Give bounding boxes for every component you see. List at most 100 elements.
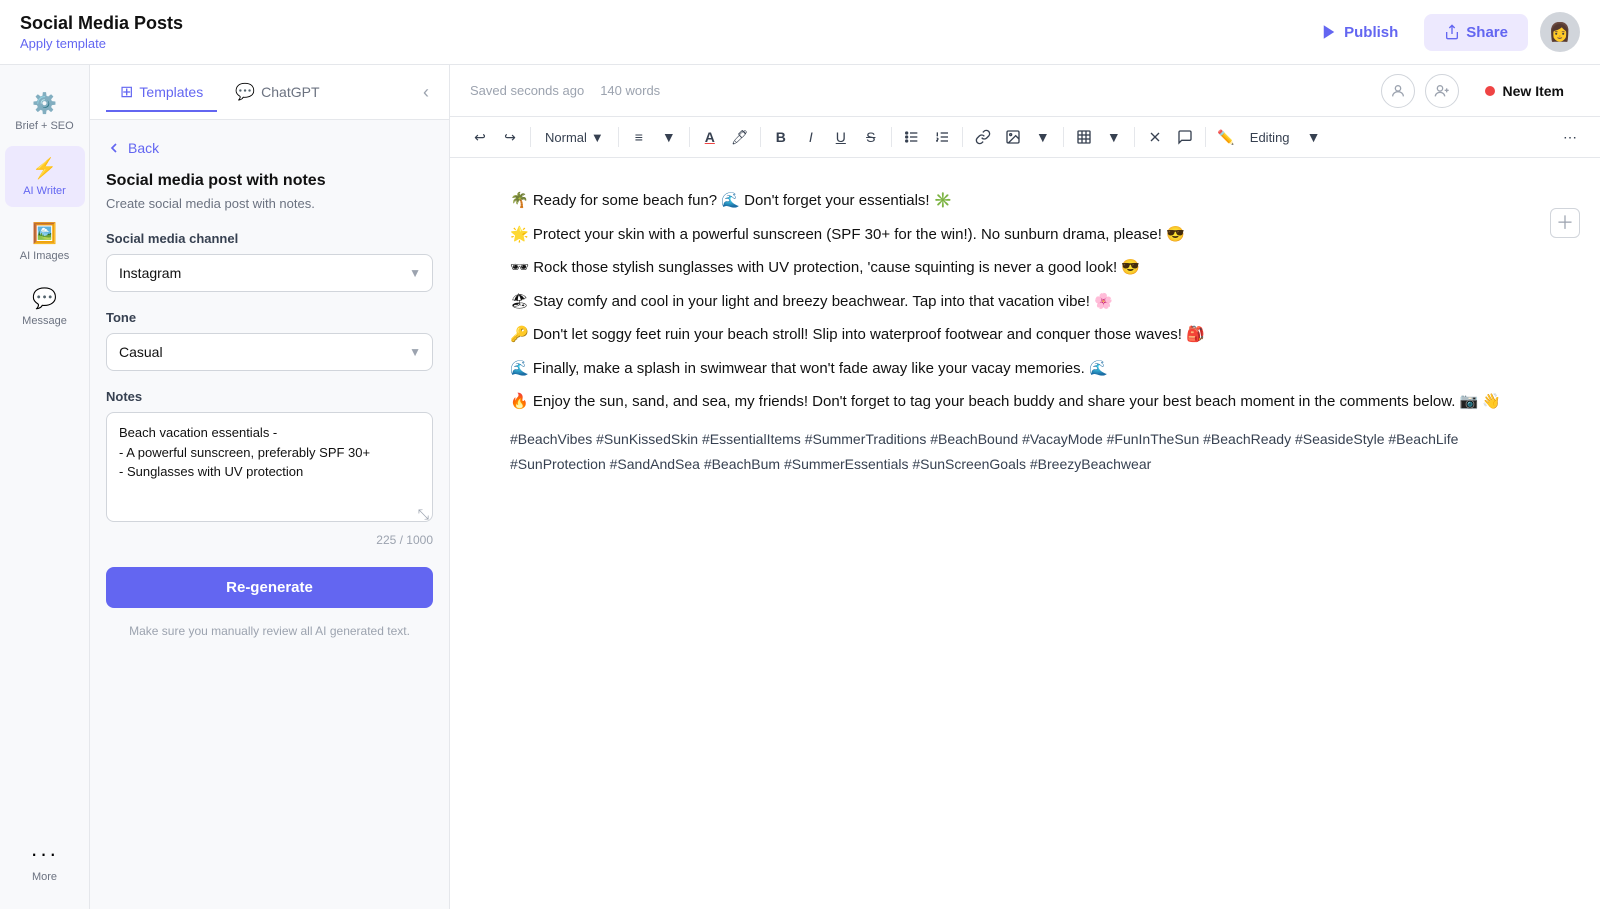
floating-add-button[interactable]: ＋: [1550, 208, 1580, 238]
editing-chevron-button[interactable]: ▼: [1300, 123, 1328, 151]
apply-template-link[interactable]: Apply template: [20, 36, 183, 51]
table-button[interactable]: [1070, 123, 1098, 151]
toolbar-divider-9: [1205, 127, 1206, 147]
notes-label: Notes: [106, 389, 433, 404]
redo-button[interactable]: ↪: [496, 123, 524, 151]
collaborator-button-2[interactable]: [1425, 74, 1459, 108]
editor-toolbar: ↩ ↪ Normal ▼ ≡ ▼ A 🖊 B I U S: [450, 117, 1600, 158]
top-header: Social Media Posts Apply template Publis…: [0, 0, 1600, 65]
comment-button[interactable]: [1171, 123, 1199, 151]
tone-select-wrapper: Casual Formal Friendly Professional ▼: [106, 333, 433, 371]
image-button[interactable]: [999, 123, 1027, 151]
clear-format-icon: [1147, 129, 1163, 145]
share-icon: [1444, 24, 1460, 40]
regenerate-button[interactable]: Re-generate: [106, 567, 433, 608]
user-avatar[interactable]: 👩: [1540, 12, 1580, 52]
brief-seo-icon: ⚙️: [32, 91, 57, 116]
style-chevron-icon: ▼: [591, 130, 604, 145]
more-icon: ···: [31, 841, 59, 867]
toolbar-divider-7: [1063, 127, 1064, 147]
table-chevron-button[interactable]: ▼: [1100, 123, 1128, 151]
sidebar-item-ai-writer[interactable]: ⚡ AI Writer: [5, 146, 85, 207]
bullet-list-icon: [904, 129, 920, 145]
ai-images-icon: 🖼️: [32, 221, 57, 246]
template-desc: Create social media post with notes.: [106, 196, 433, 211]
tone-select[interactable]: Casual Formal Friendly Professional: [106, 333, 433, 371]
toolbar-more-button[interactable]: ⋯: [1556, 123, 1584, 151]
editor-header-right: New Item: [1381, 74, 1580, 108]
sidebar-item-message[interactable]: 💬 Message: [5, 276, 85, 337]
tone-label: Tone: [106, 310, 433, 325]
align-button[interactable]: ≡: [625, 123, 653, 151]
numbered-list-button[interactable]: [928, 123, 956, 151]
collaborator-button-1[interactable]: [1381, 74, 1415, 108]
toolbar-divider-8: [1134, 127, 1135, 147]
style-dropdown[interactable]: Normal ▼: [537, 126, 612, 149]
editor-header: Saved seconds ago 140 words New Item: [450, 65, 1600, 117]
align-chevron-button[interactable]: ▼: [655, 123, 683, 151]
back-icon: [106, 140, 122, 156]
link-icon: [975, 129, 991, 145]
comment-icon: [1177, 129, 1193, 145]
notes-count: 225 / 1000: [106, 533, 433, 547]
image-icon: [1005, 129, 1021, 145]
undo-button[interactable]: ↩: [466, 123, 494, 151]
saved-status: Saved seconds ago: [470, 83, 584, 98]
template-title: Social media post with notes: [106, 172, 433, 190]
message-icon: 💬: [32, 286, 57, 311]
tab-chatgpt[interactable]: 💬 ChatGPT: [221, 74, 333, 112]
sidebar-item-more[interactable]: ··· More: [5, 831, 85, 893]
strikethrough-button[interactable]: S: [857, 123, 885, 151]
add-user-icon: [1434, 83, 1450, 99]
content-line-6: 🌊 Finally, make a splash in swimwear tha…: [510, 356, 1540, 382]
tabs-left: ⊞ Templates 💬 ChatGPT: [106, 73, 334, 111]
table-icon: [1076, 129, 1092, 145]
sidebar-item-ai-images[interactable]: 🖼️ AI Images: [5, 211, 85, 272]
word-count: 140 words: [600, 83, 660, 98]
italic-button[interactable]: I: [797, 123, 825, 151]
publish-button[interactable]: Publish: [1306, 15, 1412, 49]
new-item-dot-icon: [1485, 86, 1495, 96]
back-button[interactable]: Back: [106, 140, 159, 156]
page-title: Social Media Posts: [20, 13, 183, 34]
bold-button[interactable]: B: [767, 123, 795, 151]
highlight-button[interactable]: 🖊: [726, 123, 754, 151]
ai-writer-icon: ⚡: [32, 156, 57, 181]
panel: ⊞ Templates 💬 ChatGPT ‹ Back Social medi…: [90, 65, 450, 909]
channel-select[interactable]: Instagram Twitter Facebook LinkedIn: [106, 254, 433, 292]
header-right: Publish Share 👩: [1306, 12, 1580, 52]
main-content: ⚙️ Brief + SEO ⚡ AI Writer 🖼️ AI Images …: [0, 65, 1600, 909]
bullet-list-button[interactable]: [898, 123, 926, 151]
notes-textarea[interactable]: Beach vacation essentials - - A powerful…: [106, 412, 433, 522]
underline-button[interactable]: U: [827, 123, 855, 151]
numbered-list-icon: [934, 129, 950, 145]
templates-tab-icon: ⊞: [120, 82, 133, 102]
panel-collapse-button[interactable]: ‹: [419, 78, 433, 107]
chatgpt-tab-icon: 💬: [235, 82, 255, 102]
new-item-button[interactable]: New Item: [1469, 75, 1580, 107]
resize-handle-icon: ⤡: [418, 506, 429, 523]
ai-disclaimer: Make sure you manually review all AI gen…: [106, 622, 433, 640]
format-clear-button[interactable]: [1141, 123, 1169, 151]
content-hashtags: #BeachVibes #SunKissedSkin #EssentialIte…: [510, 427, 1540, 477]
toolbar-divider-6: [962, 127, 963, 147]
toolbar-divider-1: [530, 127, 531, 147]
panel-tabs: ⊞ Templates 💬 ChatGPT ‹: [90, 65, 449, 120]
side-nav: ⚙️ Brief + SEO ⚡ AI Writer 🖼️ AI Images …: [0, 65, 90, 909]
toolbar-divider-5: [891, 127, 892, 147]
link-button[interactable]: [969, 123, 997, 151]
publish-icon: [1320, 23, 1338, 41]
content-line-2: 🌟 Protect your skin with a powerful suns…: [510, 222, 1540, 248]
editor-content[interactable]: ＋ 🌴 Ready for some beach fun? 🌊 Don't fo…: [450, 158, 1600, 909]
text-color-button[interactable]: A: [696, 123, 724, 151]
notes-textarea-wrapper: Beach vacation essentials - - A powerful…: [106, 412, 433, 527]
tab-templates[interactable]: ⊞ Templates: [106, 74, 217, 112]
panel-body: Back Social media post with notes Create…: [90, 120, 449, 909]
editor-area: Saved seconds ago 140 words New Item ↩ ↪: [450, 65, 1600, 909]
content-line-5: 🔑 Don't let soggy feet ruin your beach s…: [510, 322, 1540, 348]
image-chevron-button[interactable]: ▼: [1029, 123, 1057, 151]
sidebar-item-brief-seo[interactable]: ⚙️ Brief + SEO: [5, 81, 85, 142]
content-line-1: 🌴 Ready for some beach fun? 🌊 Don't forg…: [510, 188, 1540, 214]
edit-mode-button[interactable]: ✏️: [1212, 123, 1240, 151]
share-button[interactable]: Share: [1424, 14, 1528, 51]
